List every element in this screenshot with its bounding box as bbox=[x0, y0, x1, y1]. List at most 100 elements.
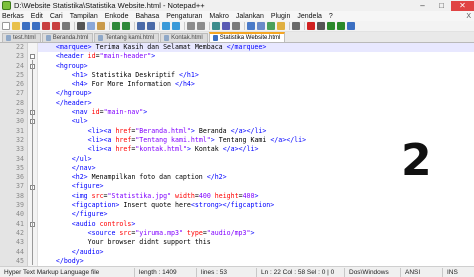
toolbar-separator bbox=[209, 22, 210, 30]
menu-enkode[interactable]: Enkode bbox=[105, 13, 129, 20]
save-all-icon[interactable] bbox=[32, 22, 40, 30]
window-controls: – □ ✕ bbox=[413, 0, 474, 11]
menu-cari[interactable]: Cari bbox=[50, 13, 63, 20]
code-line[interactable]: </body> bbox=[38, 257, 474, 266]
stop-icon[interactable] bbox=[317, 22, 325, 30]
code-line[interactable]: </header> bbox=[38, 99, 474, 108]
code-line[interactable]: <audio controls> bbox=[38, 220, 474, 229]
status-bar: Hyper Text Markup Language file length :… bbox=[0, 266, 474, 277]
code-line[interactable]: <figcaption> Insert quote here<strong></… bbox=[38, 201, 474, 210]
fold-margin[interactable] bbox=[28, 43, 38, 266]
new-file-icon[interactable] bbox=[2, 22, 10, 30]
code-line[interactable]: <ul> bbox=[38, 117, 474, 126]
code-token: <audio bbox=[71, 219, 96, 228]
save-icon[interactable] bbox=[22, 22, 30, 30]
udl-icon[interactable] bbox=[247, 22, 255, 30]
menu-makro[interactable]: Makro bbox=[209, 13, 228, 20]
code-token: </audio> bbox=[71, 247, 104, 256]
undo-icon[interactable] bbox=[112, 22, 120, 30]
code-line[interactable]: <h4> For More Information </h4> bbox=[38, 80, 474, 89]
code-line[interactable]: </audio> bbox=[38, 248, 474, 257]
function-list-icon[interactable] bbox=[267, 22, 275, 30]
code-line[interactable]: <source src="yiruma.mp3" type="audio/mp3… bbox=[38, 229, 474, 238]
code-token: Tentang Kami bbox=[214, 135, 271, 144]
menu-bahasa[interactable]: Bahasa bbox=[135, 13, 159, 20]
code-line[interactable]: </hgroup> bbox=[38, 89, 474, 98]
code-token: </li> bbox=[246, 126, 267, 135]
editor-area[interactable]: 22 23 24 25 26 27 28 29 30 31 32 33 34 35 36 37 38 39 40 41… bbox=[0, 43, 474, 274]
document-tab[interactable]: Beranda.html bbox=[41, 33, 94, 42]
close-icon[interactable] bbox=[42, 22, 50, 30]
line-number: 45 bbox=[16, 256, 24, 265]
maximize-button[interactable]: □ bbox=[432, 1, 451, 11]
code-token: </hgroup> bbox=[55, 89, 92, 98]
document-tab[interactable]: test.html bbox=[2, 33, 41, 42]
menu-pengaturan[interactable]: Pengaturan bbox=[166, 13, 202, 20]
code-line[interactable]: Your browser didnt support this bbox=[38, 238, 474, 247]
menu-berkas[interactable]: Berkas bbox=[2, 13, 24, 20]
word-wrap-icon[interactable] bbox=[212, 22, 220, 30]
minimize-button[interactable]: – bbox=[413, 1, 432, 11]
record-icon[interactable] bbox=[307, 22, 315, 30]
close-button[interactable]: ✕ bbox=[451, 0, 474, 11]
sync-v-icon[interactable] bbox=[187, 22, 195, 30]
zoom-out-icon[interactable] bbox=[172, 22, 180, 30]
code-token: <li> bbox=[87, 145, 104, 154]
indent-guide-icon[interactable] bbox=[232, 22, 240, 30]
code-line[interactable]: <hgroup> bbox=[38, 62, 474, 71]
menu-help[interactable]: ? bbox=[329, 13, 333, 20]
save-macro-icon[interactable] bbox=[347, 22, 355, 30]
line-number: 25 bbox=[16, 70, 24, 79]
tab-label: test.html bbox=[13, 35, 36, 41]
menu-jalankan[interactable]: Jalankan bbox=[236, 13, 264, 20]
tab-label: Statistika Website.html bbox=[219, 35, 281, 41]
paste-icon[interactable] bbox=[97, 22, 105, 30]
print-icon[interactable] bbox=[62, 22, 70, 30]
open-file-icon[interactable] bbox=[12, 22, 20, 30]
code-line[interactable]: <nav id="main-nav"> bbox=[38, 108, 474, 117]
code-token: </h2> bbox=[206, 173, 227, 182]
play-multi-icon[interactable] bbox=[337, 22, 345, 30]
copy-icon[interactable] bbox=[87, 22, 95, 30]
close-all-icon[interactable] bbox=[52, 22, 60, 30]
code-token: </li> bbox=[238, 145, 259, 154]
code-line[interactable]: <h1> Statistika Deskriptif </h1> bbox=[38, 71, 474, 80]
code-view[interactable]: 2 <marquee> Terima Kasih dan Selamat Mem… bbox=[38, 43, 474, 266]
code-line[interactable]: <header id="main-header"> bbox=[38, 52, 474, 61]
document-tab[interactable]: Kontak.html bbox=[160, 33, 208, 42]
show-all-icon[interactable] bbox=[222, 22, 230, 30]
code-line[interactable]: <marquee> Terima Kasih dan Selamat Memba… bbox=[38, 43, 474, 53]
code-token: </h1> bbox=[178, 70, 199, 79]
code-line[interactable]: </figure> bbox=[38, 210, 474, 219]
toolbar-separator bbox=[109, 22, 110, 30]
cut-icon[interactable] bbox=[77, 22, 85, 30]
menu-tampilan[interactable]: Tampilan bbox=[70, 13, 98, 20]
menu-jendela[interactable]: Jendela bbox=[297, 13, 322, 20]
doc-map-icon[interactable] bbox=[257, 22, 265, 30]
menu-plugin[interactable]: Plugin bbox=[271, 13, 290, 20]
monitor-icon[interactable] bbox=[292, 22, 300, 30]
document-tab[interactable]: Statistika Website.html bbox=[208, 32, 286, 42]
menu-edit[interactable]: Edit bbox=[31, 13, 43, 20]
code-token: src bbox=[87, 191, 104, 200]
folder-workspace-icon[interactable] bbox=[277, 22, 285, 30]
line-number: 35 bbox=[16, 163, 24, 172]
code-token: height bbox=[210, 191, 239, 200]
replace-icon[interactable] bbox=[147, 22, 155, 30]
fold-toggle-icon[interactable] bbox=[30, 54, 35, 60]
file-icon bbox=[6, 35, 11, 41]
redo-icon[interactable] bbox=[122, 22, 130, 30]
code-token: "audio/mp3" bbox=[206, 228, 251, 237]
play-icon[interactable] bbox=[327, 22, 335, 30]
document-tab[interactable]: Tentang kami.html bbox=[94, 33, 160, 42]
find-icon[interactable] bbox=[137, 22, 145, 30]
line-number: 34 bbox=[16, 154, 24, 163]
sync-h-icon[interactable] bbox=[197, 22, 205, 30]
toolbar-separator bbox=[289, 22, 290, 30]
close-document-x[interactable]: X bbox=[466, 13, 471, 20]
zoom-in-icon[interactable] bbox=[162, 22, 170, 30]
code-line[interactable]: <img src="Statistika.jpg" width=400 heig… bbox=[38, 192, 474, 201]
